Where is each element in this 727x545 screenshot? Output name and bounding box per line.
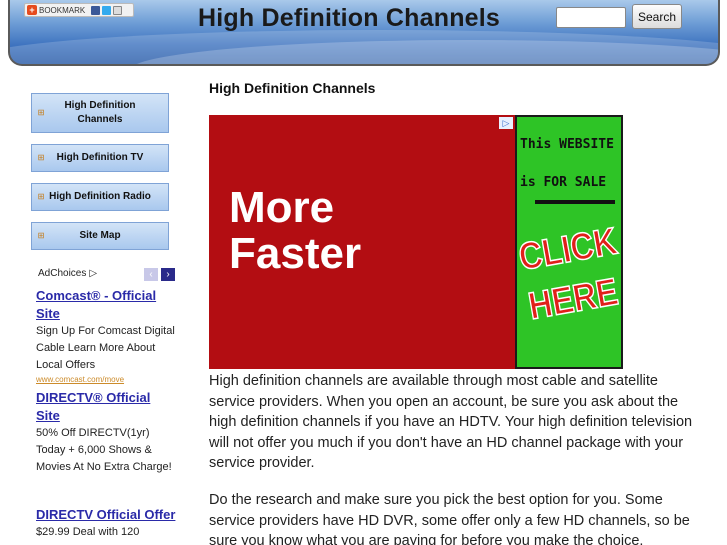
bullet-icon: ⊞ <box>37 192 45 201</box>
sidebar-item-high-definition-channels[interactable]: ⊞ High Definition Channels <box>31 93 169 133</box>
bookmark-plus-icon: + <box>27 5 37 15</box>
divider <box>535 200 615 204</box>
banner-ad[interactable]: ▷ More Faster <box>209 115 515 369</box>
ad-body: 50% Off DIRECTV(1yr) Today + 6,000 Shows… <box>36 427 172 473</box>
ad-body: $29.99 Deal with 120 <box>36 526 140 538</box>
ad-url-link[interactable]: www.comcast.com/move <box>36 374 176 386</box>
bullet-icon: ⊞ <box>37 108 45 117</box>
search-input[interactable] <box>556 7 626 28</box>
bookmark-label: BOOKMARK <box>39 5 86 15</box>
ad-unit: Comcast® - Official Site Sign Up For Com… <box>36 287 176 386</box>
adchoices-icon: ▷ <box>89 268 98 279</box>
click-here-graphic[interactable]: CLICK HERE <box>517 218 621 332</box>
sidebar-item-label: High Definition Radio <box>49 191 151 202</box>
sidebar-item-high-definition-tv[interactable]: ⊞ High Definition TV <box>31 144 169 172</box>
sidebar-item-high-definition-radio[interactable]: ⊞ High Definition Radio <box>31 183 169 211</box>
ad-prev-button[interactable]: ‹ <box>144 268 158 281</box>
email-icon[interactable] <box>113 5 123 15</box>
bookmark-button[interactable]: + BOOKMARK <box>24 3 134 17</box>
bullet-icon: ⊞ <box>37 153 45 162</box>
site-title: High Definition Channels <box>198 4 501 32</box>
ad-title-link[interactable]: Comcast® - Official Site <box>36 287 176 323</box>
adchoices-label: AdChoices <box>38 268 87 279</box>
banner-headline-line: Faster <box>229 229 362 278</box>
facebook-icon[interactable] <box>91 5 101 15</box>
search-button[interactable]: Search <box>632 4 682 29</box>
for-sale-ad[interactable]: This WEBSITE is FOR SALE CLICK HERE <box>515 115 623 369</box>
twitter-icon[interactable] <box>102 5 112 15</box>
body-paragraph: High definition channels are available t… <box>209 373 693 471</box>
sidebar-item-label: Site Map <box>79 230 121 241</box>
adchoices-link[interactable]: AdChoices ▷ <box>38 268 97 279</box>
for-sale-line: is FOR SALE <box>520 175 607 190</box>
ad-marker-icon[interactable]: ▷ <box>499 117 513 129</box>
banner-headline: More Faster <box>229 185 361 277</box>
ad-title-link[interactable]: DIRECTV® Official Site <box>36 389 176 425</box>
banner-headline-line: More <box>229 183 335 232</box>
sidebar-nav: ⊞ High Definition Channels ⊞ High Defini… <box>31 93 169 250</box>
ad-body: Sign Up For Comcast Digital Cable Learn … <box>36 325 175 371</box>
for-sale-line: This WEBSITE <box>520 137 614 152</box>
sidebar-item-site-map[interactable]: ⊞ Site Map <box>31 222 169 250</box>
ad-unit: DIRECTV® Official Site 50% Off DIRECTV(1… <box>36 389 176 476</box>
page-title: High Definition Channels <box>209 80 376 96</box>
ad-next-button[interactable]: › <box>161 268 175 281</box>
sidebar-item-label: High Definition Channels <box>64 100 136 125</box>
bullet-icon: ⊞ <box>37 231 45 240</box>
sidebar-item-label: High Definition TV <box>56 152 144 163</box>
ad-unit: DIRECTV Official Offer $29.99 Deal with … <box>36 506 176 541</box>
ad-title-link[interactable]: DIRECTV Official Offer <box>36 506 176 524</box>
body-paragraph: Do the research and make sure you pick t… <box>209 492 690 545</box>
